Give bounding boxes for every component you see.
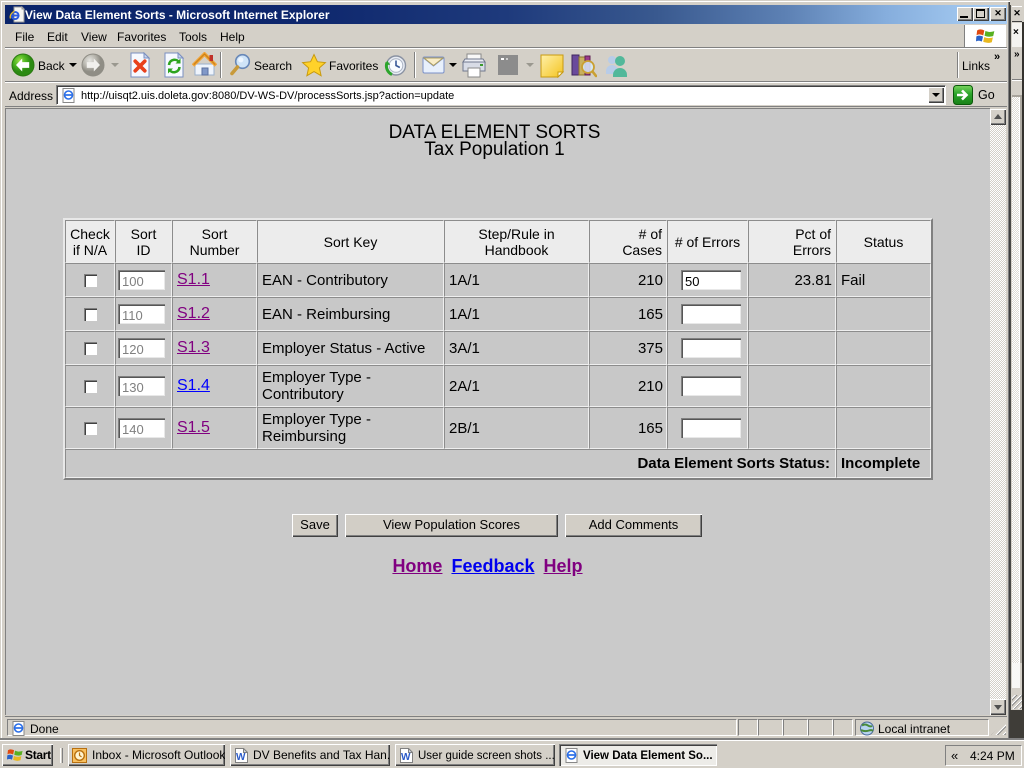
svg-text:W: W — [236, 752, 246, 763]
svg-text:W: W — [401, 752, 411, 763]
